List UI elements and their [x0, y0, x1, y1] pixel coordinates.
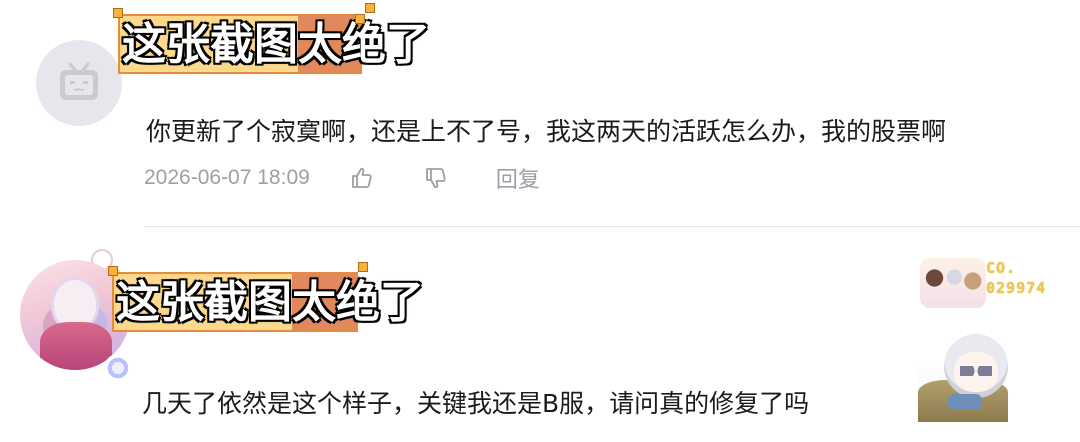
fan-medal-badge[interactable]: CO. 029974	[920, 252, 1070, 312]
thumbs-down-icon[interactable]	[422, 164, 450, 192]
comment-timestamp: 2026-06-07 18:09	[144, 166, 310, 189]
comment-item: 这张截图太绝了 CO. 029974 几天了依然是这个样子，关键我还是B服，请问…	[0, 226, 1080, 442]
meme-caption-overlay: 这张截图太绝了	[118, 14, 431, 74]
resize-handle[interactable]	[108, 266, 118, 276]
resize-handle[interactable]	[358, 262, 368, 272]
user-avatar[interactable]	[36, 40, 122, 126]
fan-badge-line1: CO.	[986, 259, 1017, 277]
thumbs-up-icon[interactable]	[348, 164, 376, 192]
comment-text: 你更新了个寂寞啊，还是上不了号，我这两天的活跃怎么办，我的股票啊	[146, 117, 947, 146]
comment-text: 几天了依然是这个样子，关键我还是B服，请问真的修复了吗	[142, 389, 810, 418]
resize-handle[interactable]	[355, 14, 365, 24]
fan-badge-line2: 029974	[986, 279, 1047, 297]
fan-badge-characters-icon	[920, 258, 986, 308]
resize-handle[interactable]	[113, 8, 123, 18]
comment-meta: 2026-06-07 18:09 回复	[144, 162, 540, 194]
reply-button[interactable]: 回复	[496, 162, 540, 194]
comment-item: 这张截图太绝了 你更新了个寂寞啊，还是上不了号，我这两天的活跃怎么办，我的股票啊…	[0, 0, 1080, 227]
tv-icon	[60, 62, 98, 100]
meme-caption-overlay: 这张截图太绝了	[112, 272, 425, 332]
default-avatar	[36, 40, 122, 126]
user-pendant-sticker	[918, 330, 1008, 422]
resize-handle[interactable]	[365, 3, 375, 13]
verified-badge-icon	[104, 354, 132, 382]
fan-badge-number: CO. 029974	[986, 258, 1046, 298]
